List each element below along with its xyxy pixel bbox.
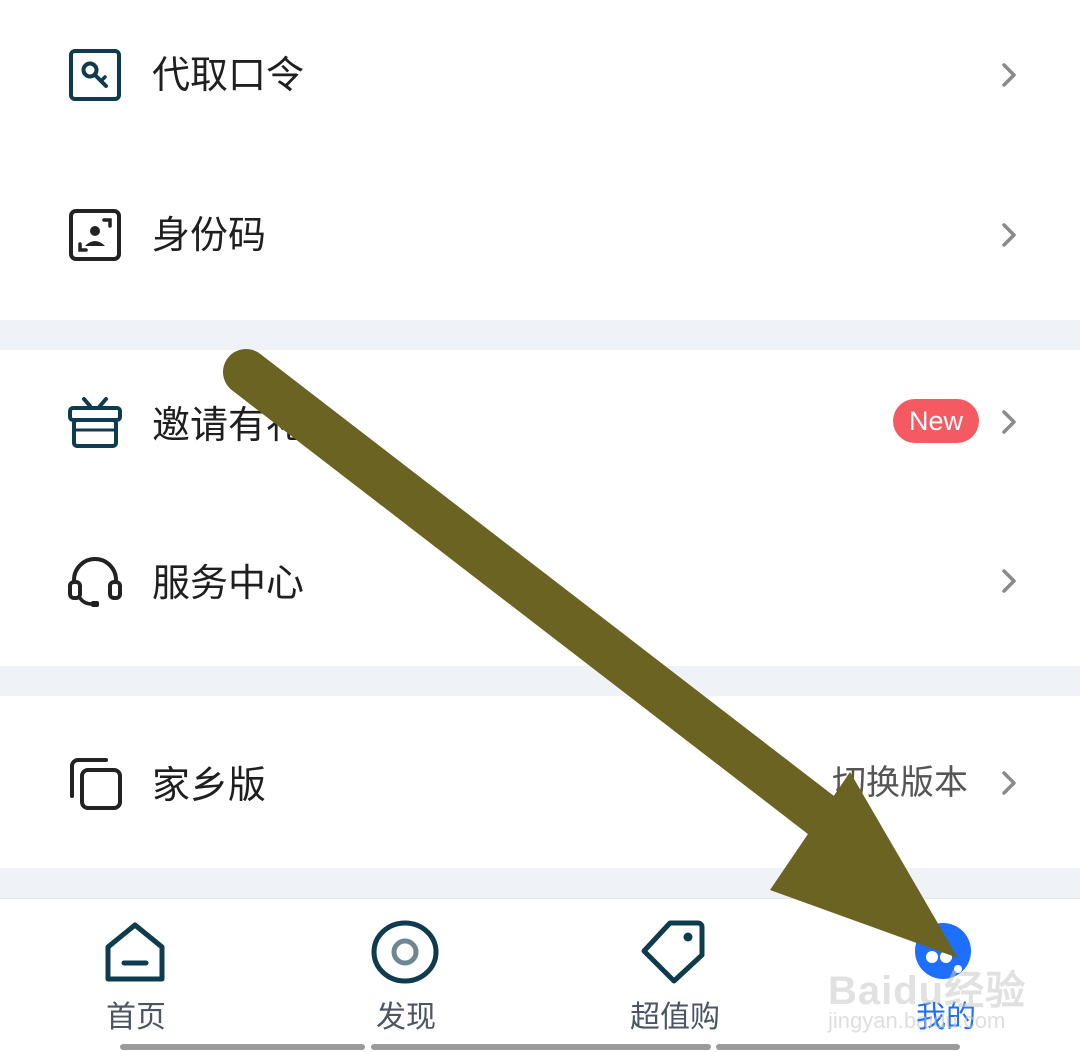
menu-item-label: 代取口令 bbox=[152, 53, 305, 97]
tab-home[interactable]: 首页 bbox=[60, 899, 210, 1052]
tag-icon bbox=[641, 920, 705, 984]
menu-item-id-code[interactable]: 身份码 bbox=[0, 150, 1080, 320]
menu-item-invite[interactable]: 邀请有礼 New bbox=[0, 350, 1080, 500]
chevron-right-icon bbox=[1002, 569, 1016, 593]
tab-mine[interactable]: 我的 bbox=[880, 899, 1030, 1052]
chevron-right-icon bbox=[1002, 223, 1016, 247]
menu-item-label: 服务中心 bbox=[152, 561, 305, 605]
my-page: 代取口令 身份码 邀请有礼 New 服务中心 家乡版 切换版本 首页 发现 超值… bbox=[0, 0, 1080, 1052]
tab-discover[interactable]: 发现 bbox=[330, 899, 480, 1052]
chevron-right-icon bbox=[1002, 771, 1016, 795]
switch-version-link[interactable]: 切换版本 bbox=[832, 766, 968, 800]
chevron-right-icon bbox=[1002, 63, 1016, 87]
menu-item-pickup-code[interactable]: 代取口令 bbox=[0, 0, 1080, 150]
gift-icon bbox=[68, 397, 122, 448]
menu-item-hometown-edition[interactable]: 家乡版 切换版本 bbox=[0, 696, 1080, 868]
section-divider bbox=[0, 320, 1080, 350]
tab-label: 首页 bbox=[106, 1000, 166, 1035]
tab-deals[interactable]: 超值购 bbox=[610, 899, 770, 1052]
home-icon bbox=[105, 922, 165, 982]
id-scan-icon bbox=[69, 209, 121, 261]
menu-item-label: 家乡版 bbox=[152, 763, 267, 807]
copy-layers-icon bbox=[70, 758, 122, 810]
menu-item-label: 邀请有礼 bbox=[152, 403, 305, 447]
gesture-bar-segment bbox=[371, 1044, 711, 1050]
new-badge: New bbox=[893, 399, 979, 443]
menu-item-label: 身份码 bbox=[152, 213, 267, 257]
tab-label: 发现 bbox=[376, 1000, 436, 1035]
gesture-bar-segment bbox=[120, 1044, 365, 1050]
chevron-right-icon bbox=[1002, 410, 1016, 434]
tab-label: 超值购 bbox=[630, 1000, 720, 1035]
key-search-icon bbox=[69, 49, 121, 101]
profile-mascot-icon bbox=[915, 923, 971, 979]
section-divider bbox=[0, 868, 1080, 898]
gesture-bar-segment bbox=[716, 1044, 960, 1050]
menu-item-service-center[interactable]: 服务中心 bbox=[0, 500, 1080, 666]
tab-label: 我的 bbox=[916, 1000, 976, 1035]
headset-icon bbox=[68, 557, 122, 607]
bottom-tab-bar: 首页 发现 超值购 我的 bbox=[0, 898, 1080, 1052]
eye-icon bbox=[371, 920, 439, 984]
section-divider bbox=[0, 666, 1080, 696]
